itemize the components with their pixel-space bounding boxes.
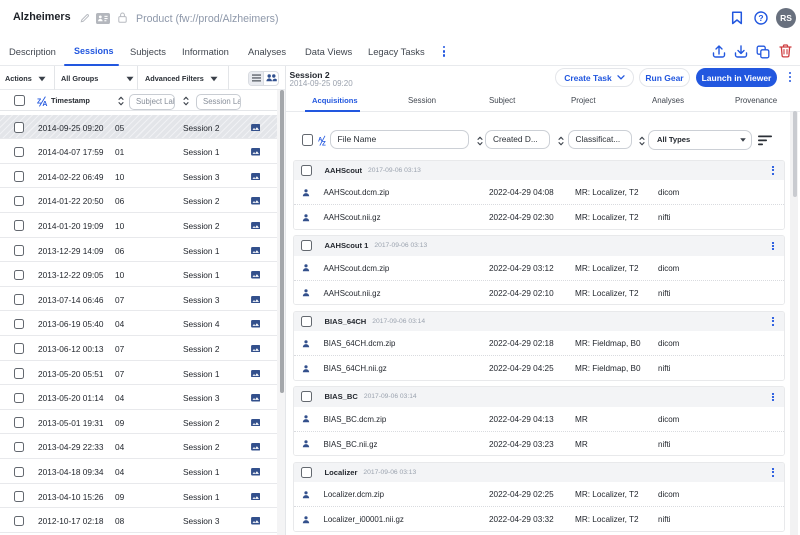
svg-text:?: ? <box>758 13 763 23</box>
svg-text:Z: Z <box>322 140 326 146</box>
svg-text:Z: Z <box>37 98 42 105</box>
svg-text:A: A <box>42 101 47 107</box>
